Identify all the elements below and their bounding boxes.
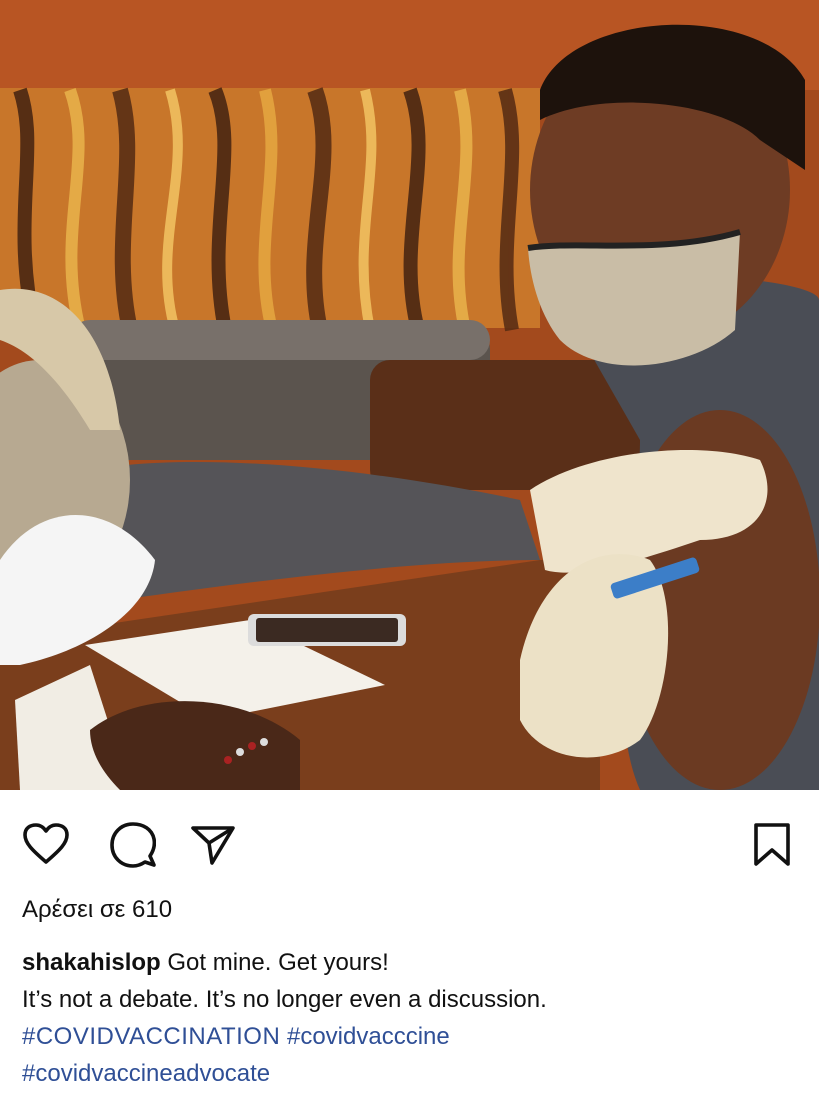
comment-icon[interactable] <box>110 822 157 873</box>
vaccination-photo <box>0 0 819 790</box>
hashtag-link[interactable]: #COVIDVACCINATION <box>22 1023 280 1050</box>
username-link[interactable]: shakahislop <box>22 949 161 976</box>
post-actions-bar <box>0 790 819 890</box>
caption-line-1: shakahislop Got mine. Get yours! <box>22 944 802 981</box>
hashtag-link[interactable]: #covidvacccine <box>287 1023 450 1050</box>
caption-hashtags-line: #COVIDVACCINATION #covidvacccine <box>22 1018 802 1055</box>
post-caption: shakahislop Got mine. Get yours! It’s no… <box>22 944 802 1092</box>
likes-count[interactable]: Αρέσει σε 610 <box>22 896 172 924</box>
caption-hashtags-line: #covidvaccineadvocate <box>22 1055 802 1092</box>
share-icon[interactable] <box>190 824 236 871</box>
caption-text-2: It’s not a debate. It’s no longer even a… <box>22 986 547 1013</box>
hashtag-link[interactable]: #covidvaccineadvocate <box>22 1060 270 1087</box>
bookmark-icon[interactable] <box>752 822 792 873</box>
caption-text-1: Got mine. Get yours! <box>167 949 389 976</box>
post-photo[interactable] <box>0 0 819 790</box>
heart-icon[interactable] <box>22 822 70 871</box>
